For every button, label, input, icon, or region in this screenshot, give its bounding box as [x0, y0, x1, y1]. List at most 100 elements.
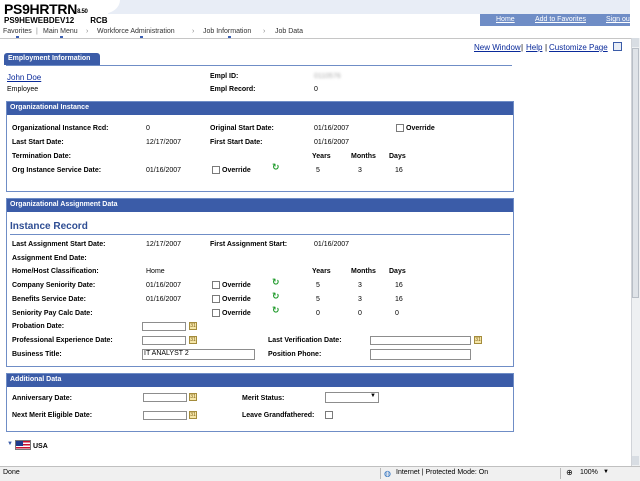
assignment-end-label: Assignment End Date:	[12, 255, 87, 262]
original-start-label: Original Start Date:	[210, 125, 274, 132]
nav-marker	[140, 36, 143, 38]
employee-type: Employee	[7, 86, 39, 93]
org-instance-rcd-value: 0	[146, 125, 150, 132]
nav-favorites[interactable]: Favorites	[3, 28, 32, 35]
last-assignment-start-value: 12/17/2007	[146, 241, 182, 248]
scrollbar-thumb[interactable]	[632, 48, 639, 298]
refresh-icon[interactable]: ↻	[272, 278, 280, 287]
service-date-label: Org Instance Service Date:	[12, 167, 102, 174]
nav-workforce-administration[interactable]: Workforce Administration	[97, 28, 175, 35]
empl-record-label: Empl Record:	[210, 86, 256, 93]
assignment-title: Organizational Assignment Data	[7, 199, 513, 212]
new-window-link[interactable]: New Window	[474, 43, 521, 52]
override-checkbox[interactable]	[212, 281, 220, 289]
position-phone-input[interactable]	[370, 349, 471, 360]
seniority-months: 0	[358, 310, 362, 317]
security-zone: Internet | Protected Mode: On	[396, 469, 489, 476]
merit-status-label: Merit Status:	[242, 395, 285, 402]
business-title-input[interactable]: IT ANALYST 2	[142, 349, 255, 360]
link-separator: |	[545, 43, 548, 52]
probation-date-label: Probation Date:	[12, 323, 65, 330]
expand-icon[interactable]: ▼	[7, 441, 13, 447]
additional-data-groupbox: Additional Data	[6, 373, 514, 432]
empl-id-value: 0110576	[314, 73, 341, 80]
org-instance-title: Organizational Instance	[7, 102, 513, 115]
additional-data-title: Additional Data	[7, 374, 513, 387]
years-header: Years	[312, 153, 331, 160]
override-label: Override	[222, 167, 251, 174]
refresh-icon[interactable]: ↻	[272, 292, 280, 301]
days-header: Days	[389, 153, 406, 160]
calendar-icon[interactable]: 31	[189, 393, 197, 401]
merit-status-select[interactable]: ▼	[325, 392, 379, 403]
company-seniority-value: 01/16/2007	[146, 282, 182, 289]
status-text: Done	[3, 469, 20, 476]
override-checkbox[interactable]	[396, 124, 404, 132]
company-days: 16	[395, 282, 403, 289]
professional-experience-label: Professional Experience Date:	[12, 337, 113, 344]
service-years: 5	[316, 167, 320, 174]
refresh-icon[interactable]: ↻	[272, 163, 280, 172]
status-divider	[380, 468, 381, 479]
professional-experience-input[interactable]	[142, 336, 186, 345]
app-title: PS9HRTRN8.50	[4, 1, 88, 17]
link-separator: |	[521, 43, 524, 52]
help-link[interactable]: Help	[526, 43, 542, 52]
empl-record-value: 0	[314, 86, 318, 93]
override-label: Override	[222, 296, 251, 303]
tab-employment-information[interactable]: Employment Information	[4, 53, 100, 65]
next-merit-input[interactable]	[143, 411, 187, 420]
employee-name-link[interactable]: John Doe	[7, 73, 41, 82]
scroll-up-arrow[interactable]	[632, 38, 639, 47]
last-verification-label: Last Verification Date:	[268, 337, 342, 344]
chevron-down-icon[interactable]: ▼	[603, 469, 609, 475]
country-label: USA	[33, 443, 48, 450]
benefits-service-value: 01/16/2007	[146, 296, 182, 303]
calendar-icon[interactable]: 31	[474, 336, 482, 344]
tab-divider	[6, 65, 512, 66]
override-checkbox[interactable]	[212, 295, 220, 303]
header-band	[108, 0, 630, 14]
seniority-years: 0	[316, 310, 320, 317]
chevron-down-icon: ▼	[370, 393, 376, 399]
override-checkbox[interactable]	[212, 166, 220, 174]
service-date-value: 01/16/2007	[146, 167, 182, 174]
service-days: 16	[395, 167, 403, 174]
nav-marker	[228, 36, 231, 38]
home-host-value: Home	[146, 268, 165, 275]
override-checkbox[interactable]	[212, 309, 220, 317]
grid-icon[interactable]	[613, 42, 622, 51]
sign-out-link[interactable]: Sign out	[606, 16, 632, 23]
first-start-value: 01/16/2007	[314, 139, 350, 146]
nav-marker	[60, 36, 63, 38]
nav-job-data[interactable]: Job Data	[275, 28, 303, 35]
company-years: 5	[316, 282, 320, 289]
globe-icon: ◍	[384, 469, 391, 478]
nav-main-menu[interactable]: Main Menu	[43, 28, 78, 35]
calendar-icon[interactable]: 31	[189, 411, 197, 419]
scroll-down-arrow[interactable]	[632, 456, 639, 465]
seniority-days: 0	[395, 310, 399, 317]
refresh-icon[interactable]: ↻	[272, 306, 280, 315]
instance-record-heading: Instance Record	[10, 221, 88, 232]
business-title-label: Business Title:	[12, 351, 62, 358]
zoom-level[interactable]: 100%	[580, 469, 598, 476]
benefits-years: 5	[316, 296, 320, 303]
zoom-icon: ⊕	[566, 468, 573, 477]
customize-page-link[interactable]: Customize Page	[549, 43, 608, 52]
probation-date-input[interactable]	[142, 322, 186, 331]
first-assignment-start-value: 01/16/2007	[314, 241, 350, 248]
anniversary-date-input[interactable]	[143, 393, 187, 402]
calendar-icon[interactable]: 31	[189, 322, 197, 330]
company-seniority-label: Company Seniority Date:	[12, 282, 96, 289]
years-header: Years	[312, 268, 331, 275]
benefits-service-label: Benefits Service Date:	[12, 296, 86, 303]
add-to-favorites-link[interactable]: Add to Favorites	[535, 16, 586, 23]
nav-job-information[interactable]: Job Information	[203, 28, 251, 35]
benefits-days: 16	[395, 296, 403, 303]
last-verification-input[interactable]	[370, 336, 471, 345]
home-link[interactable]: Home	[496, 16, 515, 23]
calendar-icon[interactable]: 31	[189, 336, 197, 344]
override-label: Override	[222, 310, 251, 317]
leave-grandfathered-checkbox[interactable]	[325, 411, 333, 419]
